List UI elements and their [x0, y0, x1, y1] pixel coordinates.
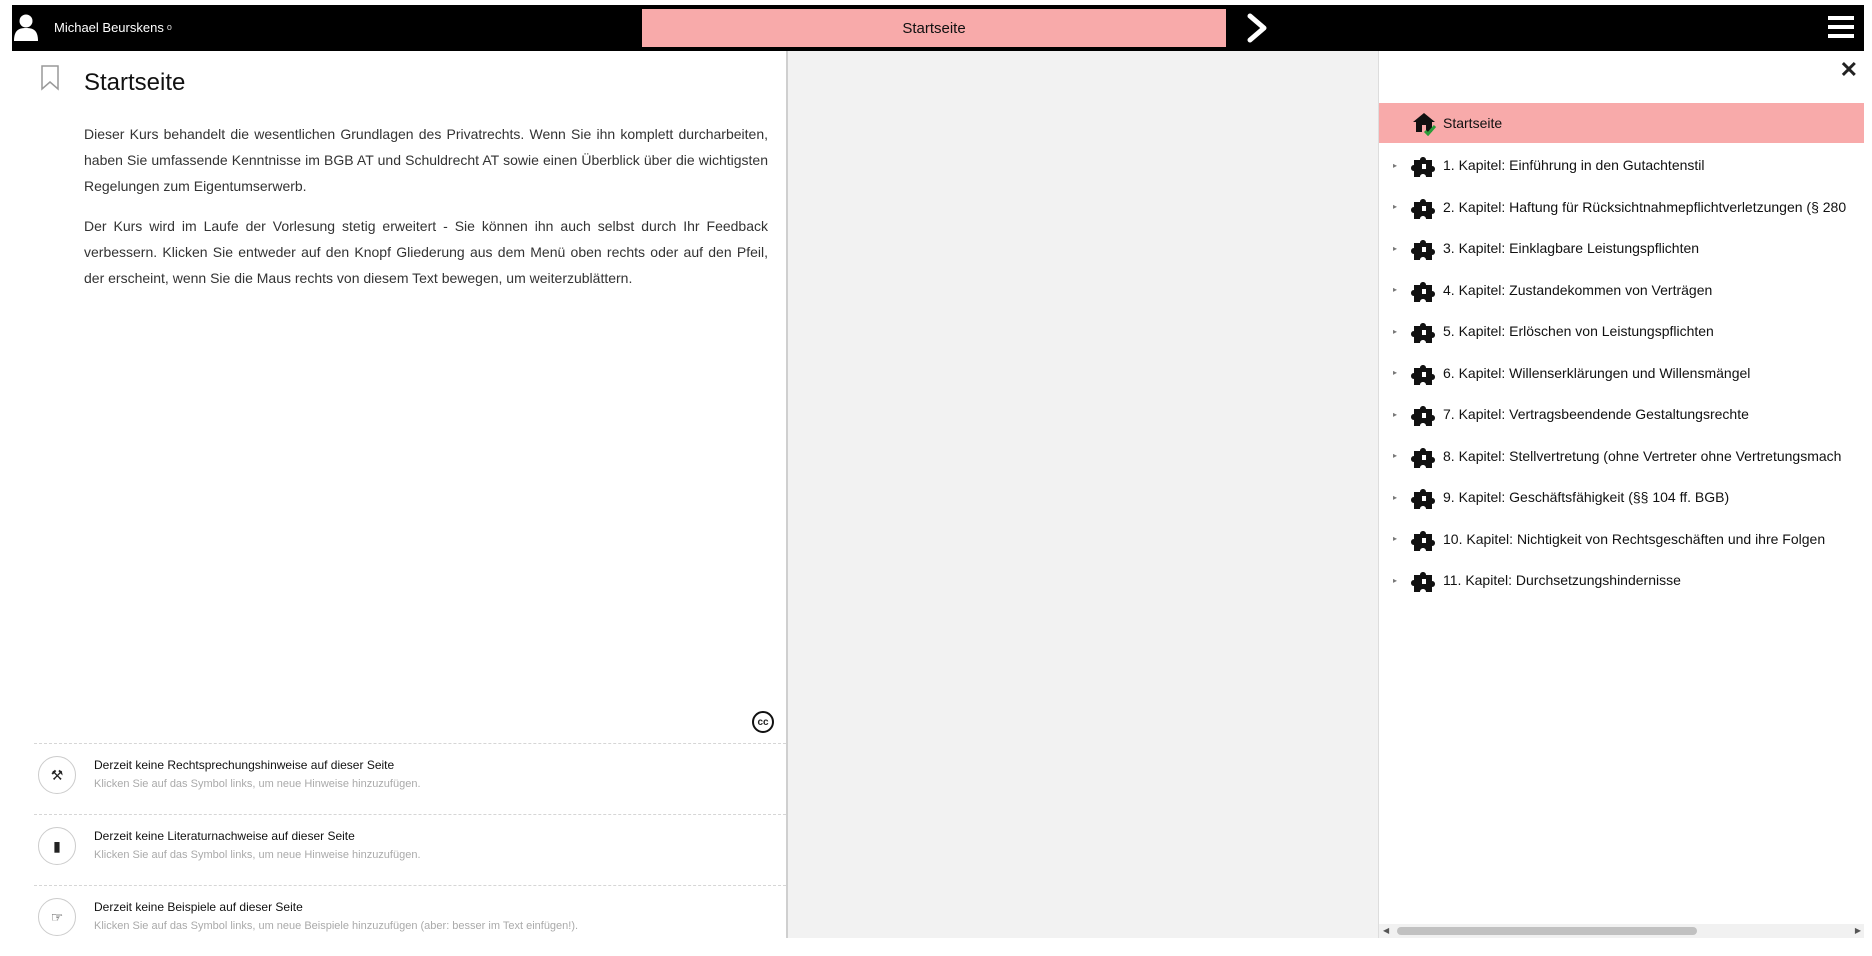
gavel-icon[interactable]: ⚒: [38, 756, 76, 794]
nav-item-chapter[interactable]: ▸ 4. Kapitel: Zustandekommen von Verträge…: [1379, 270, 1864, 310]
scroll-right-icon[interactable]: ▶: [1855, 924, 1861, 938]
scrollbar-thumb[interactable]: [1397, 927, 1697, 935]
user-icon: [14, 14, 38, 41]
scroll-left-icon[interactable]: ◀: [1383, 924, 1389, 938]
horizontal-scrollbar[interactable]: ◀ ▶: [1379, 924, 1864, 938]
note-hint: Klicken Sie auf das Symbol links, um neu…: [94, 778, 421, 790]
puzzle-icon: [1411, 489, 1435, 509]
expand-arrow-icon[interactable]: ▸: [1379, 368, 1411, 377]
expand-arrow-icon[interactable]: ▸: [1379, 534, 1411, 543]
user-name: Michael Beurskens: [54, 19, 164, 35]
expand-arrow-icon[interactable]: ▸: [1379, 285, 1411, 294]
expand-arrow-icon[interactable]: ▸: [1379, 244, 1411, 253]
nav-item-chapter[interactable]: ▸ 5. Kapitel: Erlöschen von Leistungspfli…: [1379, 311, 1864, 351]
content-pane: Startseite Dieser Kurs behandelt die wes…: [12, 51, 788, 938]
close-icon[interactable]: ✕: [1840, 57, 1858, 83]
note-jurisprudence: ⚒ Derzeit keine Rechtsprechungshinweise …: [34, 743, 786, 814]
puzzle-icon: [1411, 323, 1435, 343]
puzzle-icon: [1411, 198, 1435, 219]
puzzle-icon: [1411, 530, 1435, 551]
hamburger-menu-icon[interactable]: [1828, 15, 1854, 39]
top-bar: Michael Beurskens o Startseite: [12, 5, 1864, 51]
page-heading: Startseite: [84, 69, 186, 96]
nav-item-label: 7. Kapitel: Vertragsbeendende Gestaltung…: [1443, 406, 1749, 422]
nav-item-label: 6. Kapitel: Willenserklärungen und Wille…: [1443, 364, 1751, 381]
expand-arrow-icon[interactable]: ▸: [1379, 202, 1411, 211]
nav-item-chapter[interactable]: ▸ 9. Kapitel: Geschäftsfähigkeit (§§ 104 …: [1379, 477, 1864, 517]
user-menu[interactable]: Michael Beurskens o: [14, 13, 172, 41]
nav-item-chapter[interactable]: ▸ 7. Kapitel: Vertragsbeendende Gestaltun…: [1379, 394, 1864, 434]
expand-arrow-icon[interactable]: ▸: [1379, 161, 1411, 170]
page-body: Dieser Kurs behandelt die wesentlichen G…: [84, 121, 768, 305]
note-title: Derzeit keine Literaturnachweise auf die…: [94, 829, 355, 843]
expand-arrow-icon[interactable]: ▸: [1379, 451, 1411, 460]
outline-panel: ✕ Startseite ▸ 1. Kapitel: Einführung in …: [1378, 51, 1864, 938]
puzzle-icon: [1411, 240, 1435, 260]
user-status: o: [166, 22, 172, 32]
expand-arrow-icon[interactable]: ▸: [1379, 410, 1411, 419]
nav-item-chapter[interactable]: ▸ 10. Kapitel: Nichtigkeit von Rechtsgesc…: [1379, 519, 1864, 559]
home-check-icon: [1413, 113, 1437, 136]
note-title: Derzeit keine Rechtsprechungshinweise au…: [94, 758, 395, 772]
nav-item-label: 3. Kapitel: Einklagbare Leistungspflicht…: [1443, 240, 1700, 256]
puzzle-icon: [1411, 157, 1435, 177]
nav-item-label: 5. Kapitel: Erlöschen von Leistungspflic…: [1443, 323, 1714, 339]
puzzle-icon: [1411, 447, 1435, 468]
pointing-hand-icon[interactable]: ☞: [38, 898, 76, 936]
nav-item-label: 8. Kapitel: Stellvertretung (ohne Vertre…: [1443, 447, 1842, 464]
nav-item-home[interactable]: Startseite: [1379, 103, 1864, 143]
note-hint: Klicken Sie auf das Symbol links, um neu…: [94, 849, 421, 861]
puzzle-icon: [1411, 281, 1435, 302]
puzzle-icon: [1411, 406, 1435, 426]
app-frame: Michael Beurskens o Startseite Startseit…: [12, 5, 1864, 938]
nav-item-label: Startseite: [1443, 115, 1503, 131]
bookmark-icon[interactable]: [40, 65, 60, 91]
empty-area: [788, 51, 1378, 938]
note-title: Derzeit keine Beispiele auf dieser Seite: [94, 900, 303, 914]
note-hint: Klicken Sie auf das Symbol links, um neu…: [94, 920, 579, 932]
nav-item-chapter[interactable]: ▸ 11. Kapitel: Durchsetzungshindernisse: [1379, 560, 1864, 600]
next-page-arrow-icon[interactable]: [1244, 13, 1270, 43]
creative-commons-icon[interactable]: cc: [752, 711, 774, 733]
nav-item-label: 1. Kapitel: Einführung in den Gutachtens…: [1443, 157, 1705, 173]
nav-item-label: 10. Kapitel: Nichtigkeit von Rechtsgesch…: [1443, 530, 1826, 547]
nav-item-chapter[interactable]: ▸ 2. Kapitel: Haftung für Rücksichtnahmep…: [1379, 187, 1864, 227]
nav-item-chapter[interactable]: ▸ 6. Kapitel: Willenserklärungen und Will…: [1379, 353, 1864, 393]
nav-item-chapter[interactable]: ▸ 8. Kapitel: Stellvertretung (ohne Vertr…: [1379, 436, 1864, 476]
nav-item-chapter[interactable]: ▸ 3. Kapitel: Einklagbare Leistungspflich…: [1379, 228, 1864, 268]
nav-item-label: 4. Kapitel: Zustandekommen von Verträgen: [1443, 281, 1713, 298]
nav-item-label: 9. Kapitel: Geschäftsfähigkeit (§§ 104 f…: [1443, 489, 1730, 505]
book-icon[interactable]: ▮: [38, 827, 76, 865]
page-title-bar: Startseite: [642, 9, 1226, 47]
paragraph: Dieser Kurs behandelt die wesentlichen G…: [84, 126, 768, 194]
expand-arrow-icon[interactable]: ▸: [1379, 576, 1411, 585]
nav-item-chapter[interactable]: ▸ 1. Kapitel: Einführung in den Gutachten…: [1379, 145, 1864, 185]
note-examples: ☞ Derzeit keine Beispiele auf dieser Sei…: [34, 885, 786, 956]
expand-arrow-icon[interactable]: ▸: [1379, 493, 1411, 502]
note-literature: ▮ Derzeit keine Literaturnachweise auf d…: [34, 814, 786, 885]
puzzle-icon: [1411, 572, 1435, 592]
nav-item-label: 2. Kapitel: Haftung für Rücksichtnahmepf…: [1443, 198, 1847, 215]
puzzle-icon: [1411, 364, 1435, 385]
expand-arrow-icon[interactable]: ▸: [1379, 327, 1411, 336]
nav-item-label: 11. Kapitel: Durchsetzungshindernisse: [1443, 572, 1681, 588]
paragraph: Der Kurs wird im Laufe der Vorlesung ste…: [84, 218, 768, 286]
